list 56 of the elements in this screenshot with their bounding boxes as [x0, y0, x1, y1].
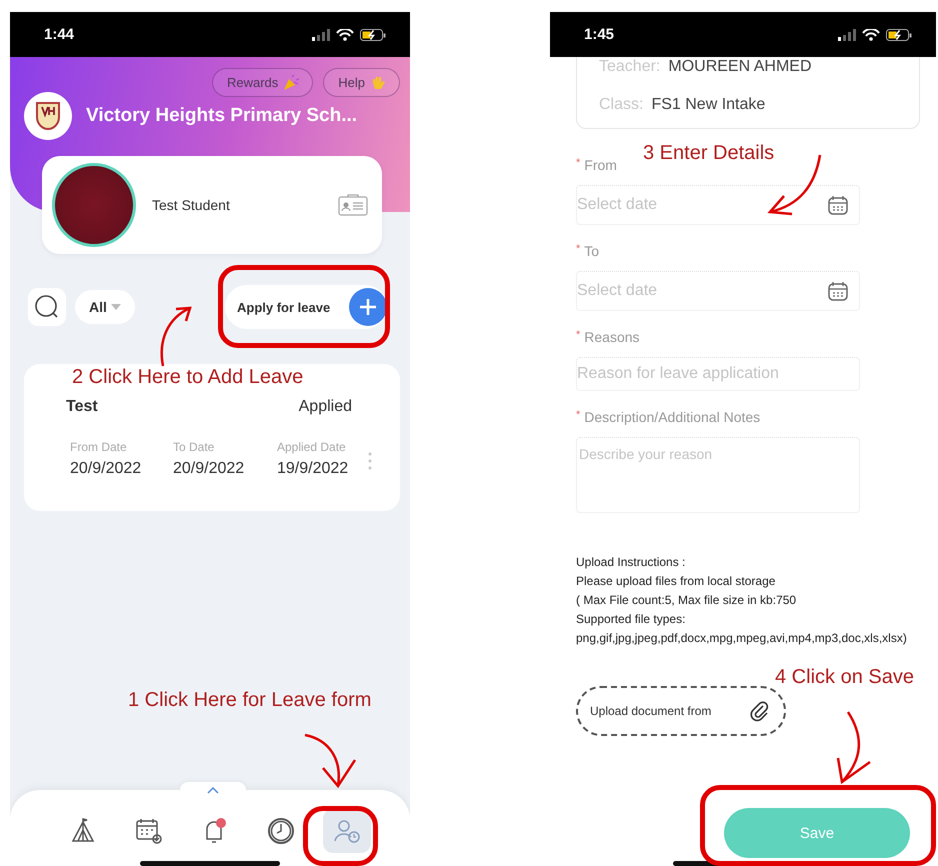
info-value: FS1 New Intake: [651, 96, 766, 114]
calendar-icon: [827, 194, 849, 216]
field-label: * From: [576, 157, 618, 173]
school-name: Victory Heights Primary Sch...: [86, 105, 358, 127]
apply-for-leave-button[interactable]: Apply for leave: [225, 285, 387, 329]
annotation-label: 2 Click Here to Add Leave: [72, 366, 304, 389]
tent-icon: [70, 818, 96, 844]
caret-icon: [110, 304, 121, 310]
reason-field[interactable]: Reason for leave application: [576, 357, 860, 391]
annotation-label: 1 Click Here for Leave form: [128, 689, 372, 712]
search-button[interactable]: [28, 288, 66, 326]
header-pill-button[interactable]: Help: [323, 68, 400, 97]
description-field[interactable]: Describe your reason: [576, 437, 860, 513]
date-field[interactable]: Select date: [576, 271, 860, 311]
annotation-label: 4 Click on Save: [775, 666, 914, 689]
status-time: 1:44: [44, 26, 74, 43]
upload-instructions: Upload Instructions : Please upload files from local storage ( Max File count:5, Max file size in kb:750 Supported file types: png,gif,jpg,jpeg,pdf,docx,mpg,mpeg,avi,mp4,mp3,doc,xls,xlsx): [576, 554, 908, 647]
calendar-icon: [827, 280, 849, 302]
date-label: From Date: [70, 440, 128, 454]
leave-title: Test: [66, 398, 98, 416]
date-field[interactable]: Select date: [576, 185, 860, 225]
arrow: [160, 306, 192, 366]
date-label: To Date: [173, 440, 216, 454]
leave-status: Applied: [298, 398, 352, 416]
wifi-icon: [862, 28, 880, 40]
nav-tab[interactable]: [323, 809, 371, 853]
plus-icon: [349, 288, 387, 326]
field-label: * Description/Additional Notes: [576, 409, 762, 425]
calendar-icon: [135, 817, 163, 845]
id-card-icon: [338, 194, 368, 216]
upload-document-button[interactable]: Upload document from: [576, 686, 786, 736]
save-button[interactable]: Save: [724, 808, 910, 858]
clock-icon: [267, 817, 295, 845]
school-logo: [24, 92, 72, 140]
info-value: MOUREEN AHMED: [668, 58, 812, 76]
field-label: * Reasons: [576, 329, 641, 345]
status-time: 1:45: [584, 26, 614, 43]
chevron-up-icon: [207, 786, 219, 794]
battery-icon: [360, 28, 386, 40]
signal-icon: [312, 28, 330, 41]
search-icon: [34, 294, 60, 320]
date-value: 19/9/2022: [277, 460, 350, 478]
filter-dropdown[interactable]: All: [75, 290, 135, 324]
paperclip-icon: [750, 700, 770, 722]
wifi-icon: [336, 28, 354, 40]
annotation-label: 3 Enter Details: [643, 142, 774, 165]
student-name: Test Student: [152, 197, 231, 213]
date-value: 20/9/2022: [173, 460, 246, 478]
field-label: * To: [576, 243, 600, 259]
date-label: Applied Date: [277, 440, 347, 454]
date-value: 20/9/2022: [70, 460, 142, 478]
header-pill-button[interactable]: Rewards: [212, 68, 314, 97]
signal-icon: [838, 28, 856, 41]
party-popper-icon: [282, 74, 300, 92]
person-clock-icon: [333, 818, 361, 844]
battery-icon: [886, 28, 912, 40]
